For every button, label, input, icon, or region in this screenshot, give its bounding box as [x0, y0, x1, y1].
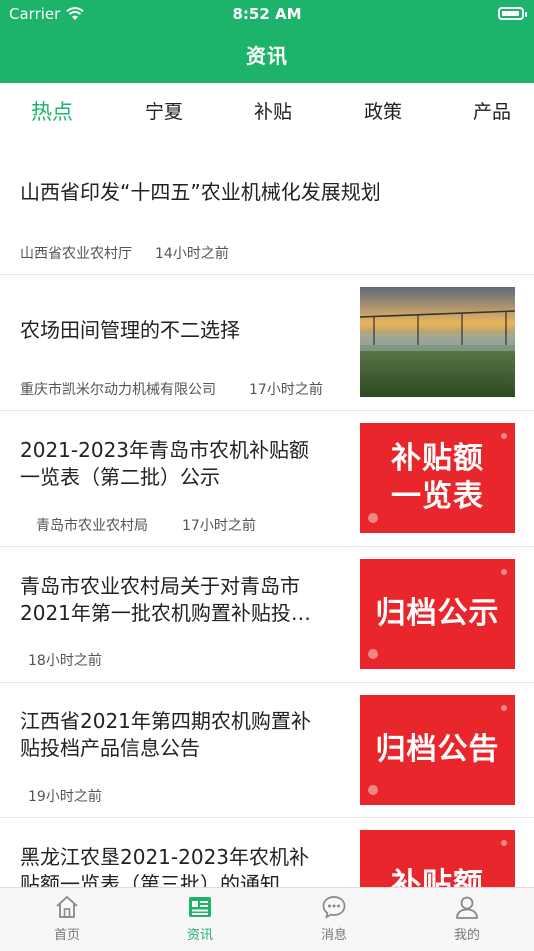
message-icon — [322, 896, 346, 919]
article-source: 青岛市农业农村局 — [36, 518, 148, 534]
bottom-tab-bar: 首页 资讯 消息 我的 — [0, 887, 534, 951]
tabbar-messages[interactable]: 消息 — [294, 894, 374, 943]
tabbar-home[interactable]: 首页 — [27, 894, 107, 943]
farm-field-photo — [360, 287, 515, 397]
battery-icon — [498, 7, 527, 20]
app-header: Carrier 8:52 AM 资讯 — [0, 0, 534, 83]
article-item[interactable]: 2021-2023年青岛市农机补贴额 一览表（第二批）公示 青岛市农业农村局 1… — [0, 410, 534, 547]
profile-icon — [456, 896, 478, 919]
article-title-line: 2021年第一批农机购置补贴投… — [20, 601, 311, 625]
category-tabs: 热点 宁夏 补贴 政策 产品 — [0, 83, 534, 137]
article-title-line: 贴额一览表（第三批）的通知 — [20, 872, 280, 887]
thumbnail-text: 归档公告 — [375, 732, 500, 767]
article-item[interactable]: 青岛市农业农村局关于对青岛市 2021年第一批农机购置补贴投… 18小时之前 归… — [0, 546, 534, 683]
tab-subsidy[interactable]: 补贴 — [254, 97, 292, 124]
news-icon — [189, 897, 211, 917]
article-item[interactable]: 江西省2021年第四期农机购置补 贴投档产品信息公告 19小时之前 归档公告 — [0, 682, 534, 818]
tabbar-label: 资讯 — [186, 928, 213, 943]
tab-ningxia[interactable]: 宁夏 — [145, 97, 183, 124]
article-time: 18小时之前 — [28, 653, 102, 669]
tabbar-profile[interactable]: 我的 — [427, 894, 507, 943]
article-title-line: 2021-2023年青岛市农机补贴额 — [20, 438, 310, 462]
tabbar-label: 首页 — [53, 928, 80, 943]
thumbnail-text: 归档公示 — [375, 596, 500, 631]
page-title: 资讯 — [246, 44, 288, 68]
tab-policy[interactable]: 政策 — [364, 97, 402, 124]
subsidy-list-thumbnail: 补贴额 一览表 — [360, 423, 515, 533]
article-title-line: 江西省2021年第四期农机购置补 — [20, 709, 311, 733]
archive-notice-thumbnail: 归档公示 — [360, 559, 515, 669]
tab-hot[interactable]: 热点 — [31, 96, 73, 126]
article-time: 19小时之前 — [28, 789, 102, 805]
thumbnail-text: 补贴额 — [391, 441, 484, 476]
tab-product[interactable]: 产品 — [473, 97, 511, 124]
thumbnail-text: 补贴额 — [391, 867, 484, 887]
article-title-line: 贴投档产品信息公告 — [20, 736, 200, 760]
article-time: 17小时之前 — [182, 518, 256, 534]
tabbar-label: 消息 — [320, 928, 347, 943]
article-time: 17小时之前 — [249, 382, 323, 398]
article-title-line: 黑龙江农垦2021-2023年农机补 — [20, 845, 310, 869]
article-source: 山西省农业农村厅 — [20, 246, 132, 262]
status-time: 8:52 AM — [232, 5, 302, 23]
subsidy-list-thumbnail: 补贴额 — [360, 830, 515, 887]
article-title-line: 青岛市农业农村局关于对青岛市 — [20, 574, 300, 598]
archive-announcement-thumbnail: 归档公告 — [360, 695, 515, 805]
article-list: 山西省印发“十四五”农业机械化发展规划 山西省农业农村厅 14小时之前 农场田间… — [0, 137, 534, 887]
article-item[interactable]: 山西省印发“十四五”农业机械化发展规划 山西省农业农村厅 14小时之前 — [0, 137, 534, 275]
article-title: 农场田间管理的不二选择 — [20, 318, 240, 342]
status-bar: Carrier 8:52 AM — [0, 0, 534, 28]
article-source: 重庆市凯米尔动力机械有限公司 — [20, 382, 216, 398]
home-icon — [56, 896, 78, 918]
article-time: 14小时之前 — [155, 246, 229, 262]
article-title: 山西省印发“十四五”农业机械化发展规划 — [20, 180, 381, 204]
tabbar-label: 我的 — [453, 928, 480, 943]
article-item[interactable]: 农场田间管理的不二选择 重庆市凯米尔动力机械有限公司 17小时之前 — [0, 274, 534, 411]
article-item[interactable]: 黑龙江农垦2021-2023年农机补 贴额一览表（第三批）的通知 补贴额 — [0, 817, 534, 887]
article-thumbnail — [360, 287, 515, 397]
thumbnail-text: 一览表 — [391, 479, 484, 514]
article-title-line: 一览表（第二批）公示 — [20, 465, 220, 489]
tabbar-news[interactable]: 资讯 — [160, 894, 240, 943]
